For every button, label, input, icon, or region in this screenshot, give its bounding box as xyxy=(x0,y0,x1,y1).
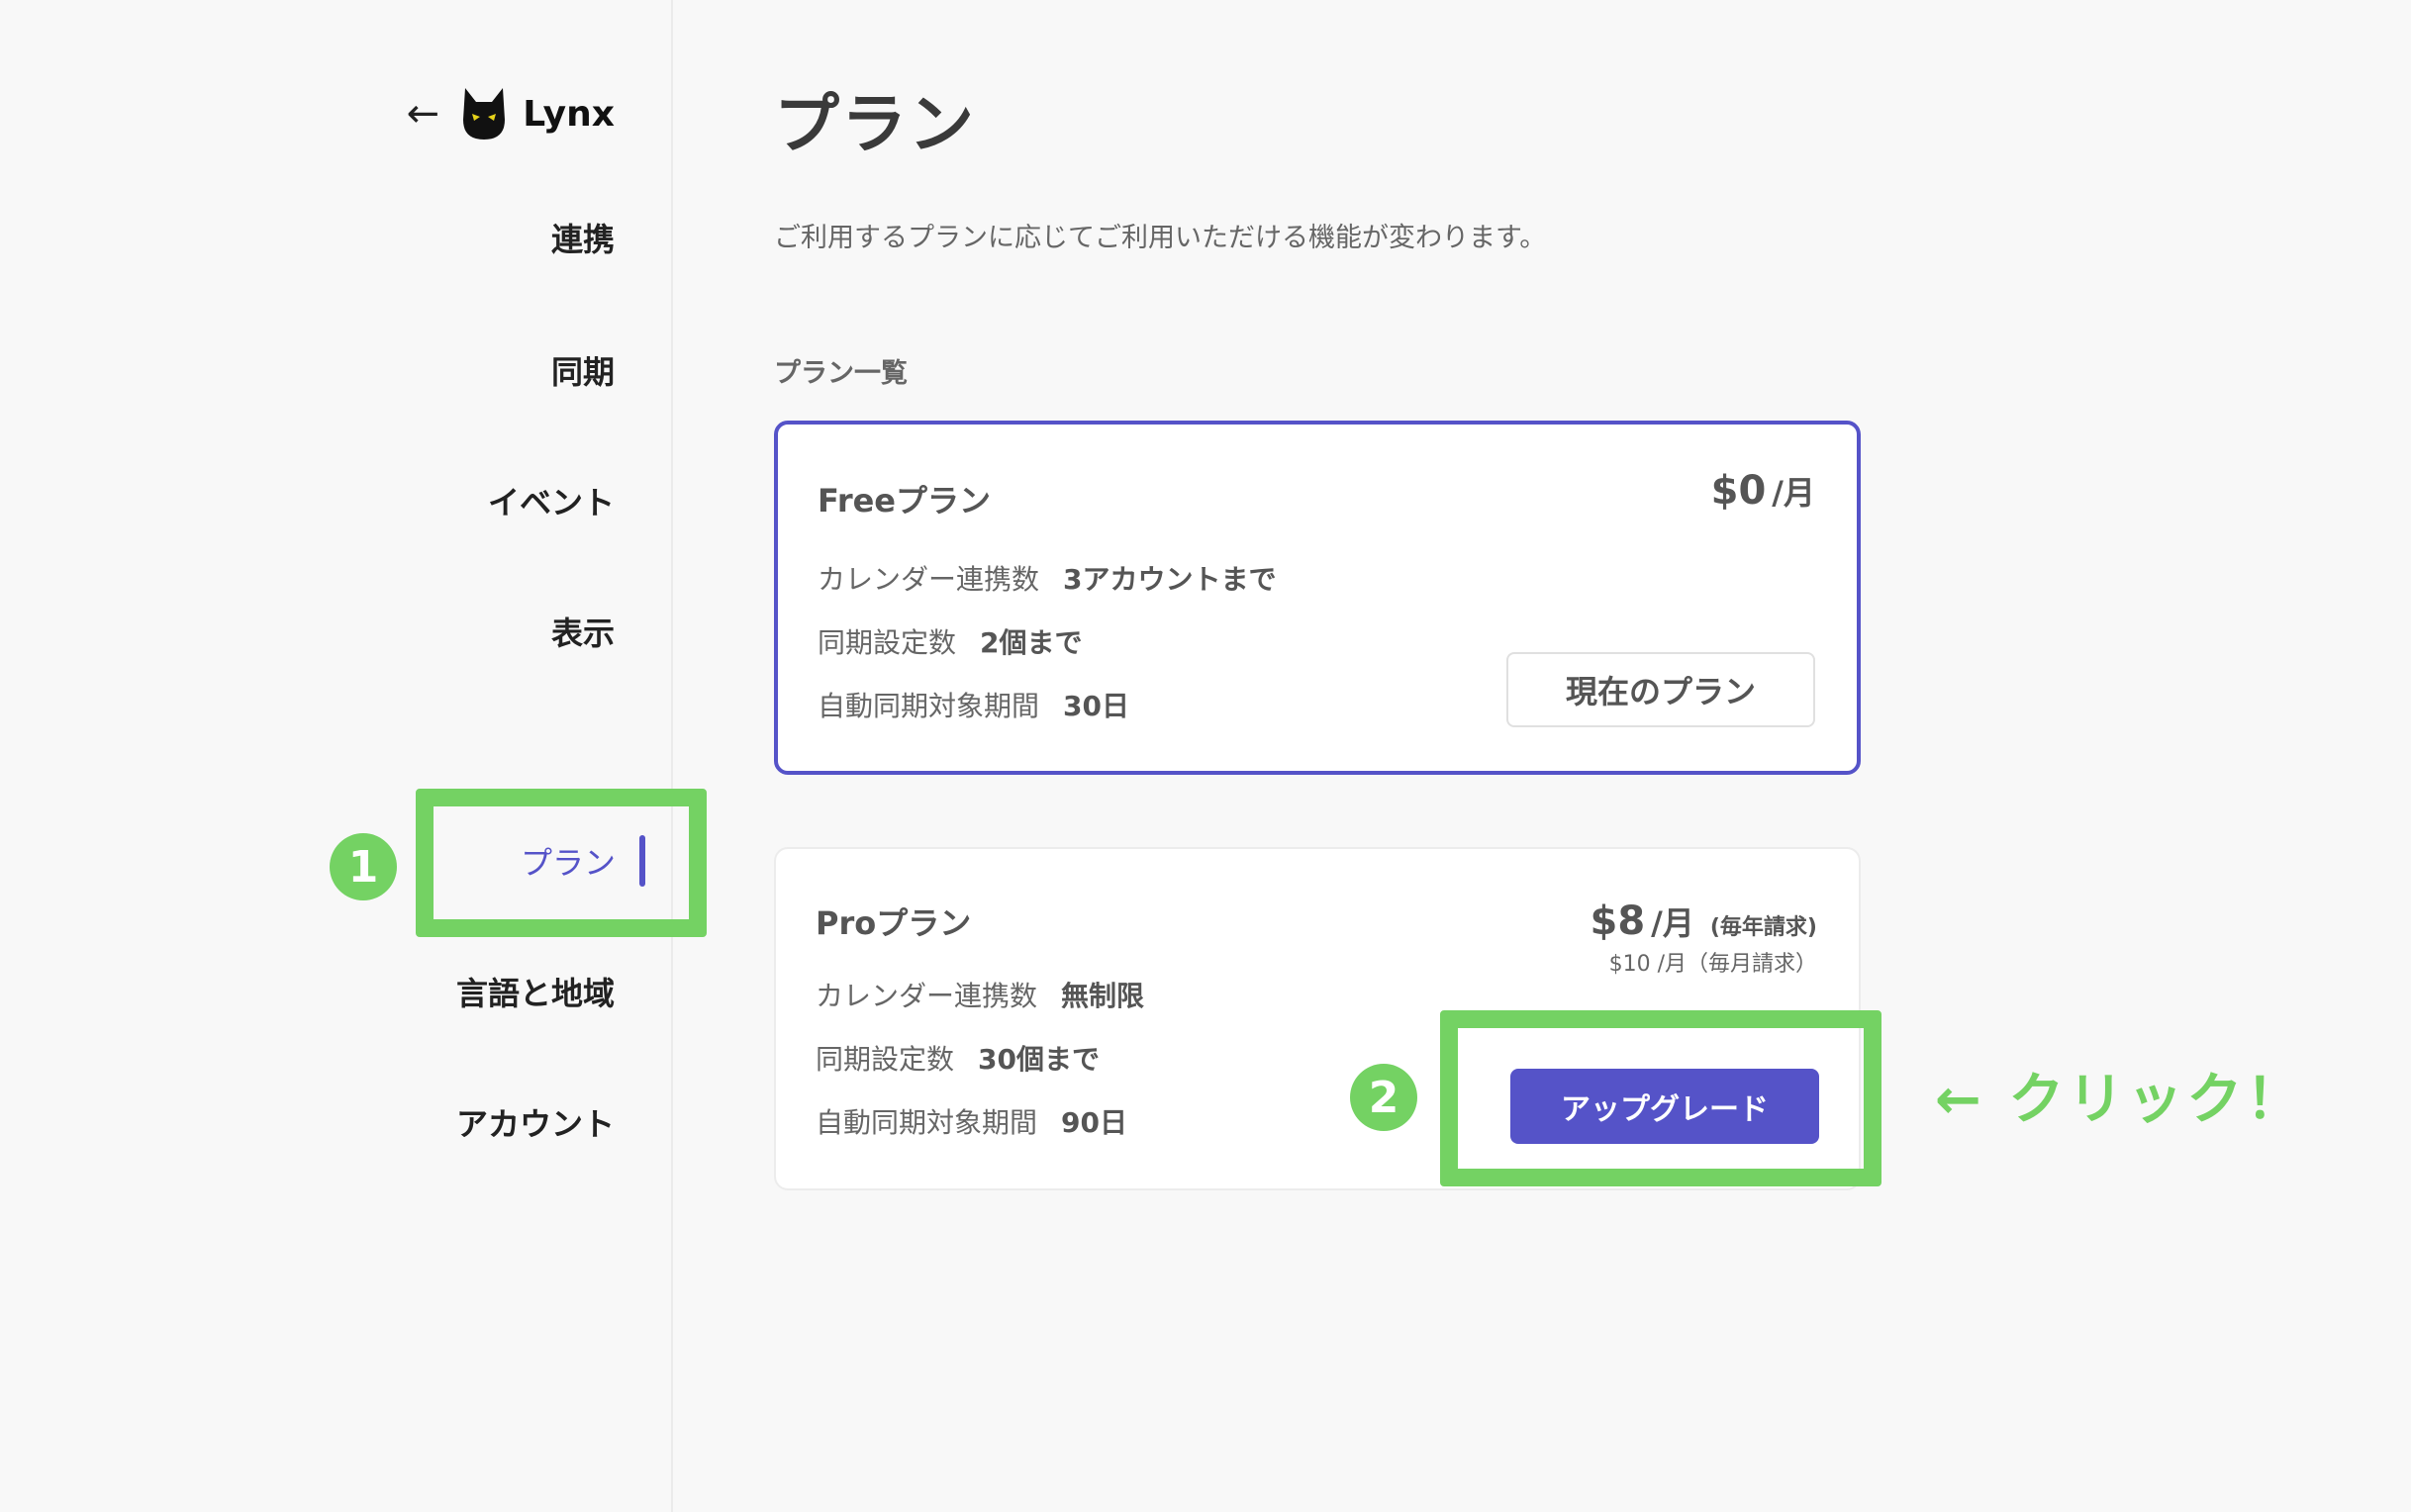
feature-value: 30日 xyxy=(1063,690,1129,722)
plan-feature: カレンダー連携数 3アカウントまで xyxy=(818,558,1277,598)
plan-subprice: $10 /月（毎月請求） xyxy=(1608,952,1817,977)
price-unit: /月 xyxy=(1772,474,1815,512)
sidebar-item-label: 表示 xyxy=(550,614,615,652)
sidebar-item-account[interactable]: アカウント xyxy=(456,1092,615,1152)
sidebar-item-label: イベント xyxy=(487,484,615,521)
feature-label: カレンダー連携数 xyxy=(818,563,1040,596)
feature-value: 90日 xyxy=(1061,1106,1127,1139)
page-description: ご利用するプランに応じてご利用いただける機能が変わります。 xyxy=(774,223,1547,253)
price-note: (毎年請求) xyxy=(1709,915,1817,940)
plan-name: Proプラン xyxy=(816,904,972,942)
brand-name[interactable]: Lynx xyxy=(523,94,615,135)
section-title: プラン一覧 xyxy=(774,358,908,389)
feature-label: 自動同期対象期間 xyxy=(818,690,1040,722)
feature-value: 30個まで xyxy=(978,1043,1100,1076)
click-instruction-text: ← クリック！ xyxy=(1935,1068,2306,1132)
price-amount: $0 xyxy=(1710,468,1767,514)
step-badge-1: 1 xyxy=(330,833,397,900)
plan-price: $8 /月 (毎年請求) xyxy=(1591,898,1818,944)
sidebar-item-sync[interactable]: 同期 xyxy=(551,340,615,400)
plan-feature: 自動同期対象期間 90日 xyxy=(816,1101,1127,1141)
sidebar: ← Lynx 連携 同期 イベント 表示 プラン 言語と地域 アカウント xyxy=(0,0,673,1512)
plan-name: Freeプラン xyxy=(818,482,992,520)
plan-feature: 同期設定数 30個まで xyxy=(816,1038,1100,1078)
feature-label: 自動同期対象期間 xyxy=(816,1106,1038,1139)
page-title: プラン xyxy=(774,86,976,162)
plan-feature: カレンダー連携数 無制限 xyxy=(816,975,1144,1014)
highlight-box-plan xyxy=(416,789,707,937)
sidebar-item-display[interactable]: 表示 xyxy=(551,602,615,661)
sidebar-item-label: アカウント xyxy=(455,1105,615,1143)
sidebar-item-integrations[interactable]: 連携 xyxy=(551,208,615,267)
price-amount: $8 xyxy=(1590,898,1646,944)
feature-label: カレンダー連携数 xyxy=(816,980,1038,1012)
current-plan-button[interactable]: 現在のプラン xyxy=(1506,652,1815,727)
arrow-left-icon[interactable]: ← xyxy=(407,94,440,134)
plan-price: $0 /月 xyxy=(1711,468,1815,514)
feature-label: 同期設定数 xyxy=(818,626,957,659)
feature-value: 2個まで xyxy=(980,626,1083,659)
step-badge-2: 2 xyxy=(1350,1064,1417,1131)
sidebar-item-label: 言語と地域 xyxy=(455,975,615,1012)
lynx-logo-icon xyxy=(463,88,506,140)
sidebar-item-events[interactable]: イベント xyxy=(488,471,615,530)
feature-value: 3アカウントまで xyxy=(1063,563,1277,596)
feature-value: 無制限 xyxy=(1061,980,1145,1012)
plan-card-free: Freeプラン $0 /月 カレンダー連携数 3アカウントまで 同期設定数 2個まで… xyxy=(774,421,1861,775)
main-content: プラン ご利用するプランに応じてご利用いただける機能が変わります。 プラン一覧 … xyxy=(774,0,1962,1512)
highlight-box-upgrade xyxy=(1440,1010,1881,1186)
brand-header: ← Lynx xyxy=(407,79,615,148)
sidebar-item-language-region[interactable]: 言語と地域 xyxy=(456,962,615,1021)
sidebar-item-label: 連携 xyxy=(550,221,615,258)
plan-feature: 同期設定数 2個まで xyxy=(818,621,1083,661)
plan-feature: 自動同期対象期間 30日 xyxy=(818,685,1129,724)
feature-label: 同期設定数 xyxy=(816,1043,955,1076)
price-unit: /月 xyxy=(1651,904,1694,942)
settings-page: ← Lynx 連携 同期 イベント 表示 プラン 言語と地域 アカウント プラン… xyxy=(0,0,2411,1512)
sidebar-item-label: 同期 xyxy=(550,353,615,391)
